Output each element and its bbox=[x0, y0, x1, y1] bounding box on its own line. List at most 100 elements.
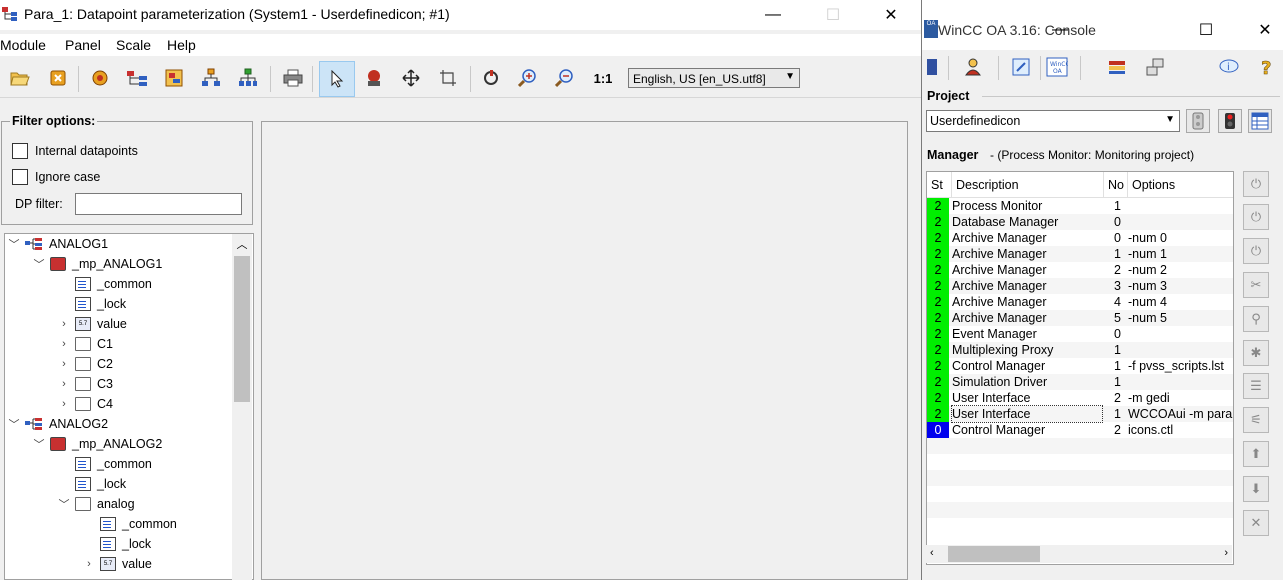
chevron-right-icon[interactable]: › bbox=[57, 338, 71, 350]
restart-icon[interactable]: ⏻ bbox=[1243, 238, 1269, 264]
config-icon[interactable] bbox=[362, 66, 386, 90]
menu-panel[interactable]: Panel bbox=[65, 37, 101, 53]
manager-row[interactable]: 2 Archive Manager 0 -num 0 bbox=[927, 230, 1233, 246]
ignore-case-checkbox-row[interactable]: Ignore case bbox=[12, 169, 100, 185]
tree-scrollbar[interactable]: ︿ bbox=[232, 234, 252, 580]
minimize-button[interactable]: — bbox=[750, 0, 796, 30]
tree-node[interactable]: › C3 bbox=[57, 374, 113, 394]
project-traffic-light-icon[interactable] bbox=[1218, 109, 1242, 133]
info-icon[interactable]: i bbox=[1218, 56, 1240, 78]
menu-module[interactable]: Module bbox=[0, 37, 46, 53]
network-icon[interactable] bbox=[1144, 56, 1166, 78]
chevron-down-icon[interactable]: ﹀ bbox=[32, 256, 46, 272]
tree-scrollbar-thumb[interactable] bbox=[234, 256, 250, 402]
manager-row[interactable]: 0 Control Manager 2 icons.ctl bbox=[927, 422, 1233, 438]
zoom-in-icon[interactable] bbox=[516, 66, 540, 90]
tree-node[interactable]: _common bbox=[57, 454, 152, 474]
actual-size-icon[interactable]: 1:1 bbox=[590, 66, 616, 90]
tree-node[interactable]: ﹀ ANALOG1 bbox=[7, 234, 109, 254]
open-icon[interactable] bbox=[8, 66, 32, 90]
manager-row[interactable]: 2 User Interface 1 WCCOAui -m para bbox=[927, 405, 1233, 423]
refresh-icon[interactable] bbox=[479, 66, 503, 90]
manager-row[interactable]: 2 Process Monitor 1 bbox=[927, 198, 1233, 214]
edit-icon[interactable] bbox=[1010, 56, 1032, 78]
scroll-up-icon[interactable]: ︿ bbox=[232, 236, 252, 252]
dp-filter-input[interactable] bbox=[75, 193, 242, 215]
plug-icon[interactable]: ⚟ bbox=[1243, 407, 1269, 433]
scroll-right-icon[interactable]: › bbox=[1224, 547, 1228, 559]
manager-row[interactable]: 2 Multiplexing Proxy 1 bbox=[927, 342, 1233, 358]
move-down-icon[interactable]: ⬇ bbox=[1243, 476, 1269, 502]
menu-scale[interactable]: Scale bbox=[116, 37, 151, 53]
col-header-options[interactable]: Options bbox=[1128, 172, 1233, 198]
manager-row[interactable]: 2 Archive Manager 5 -num 5 bbox=[927, 310, 1233, 326]
chevron-right-icon[interactable]: › bbox=[57, 318, 71, 330]
ignore-case-checkbox[interactable] bbox=[12, 169, 28, 185]
tree-node[interactable]: › 5.7 value bbox=[82, 554, 152, 574]
manager-row[interactable]: 2 Archive Manager 1 -num 1 bbox=[927, 246, 1233, 262]
chevron-right-icon[interactable]: › bbox=[57, 398, 71, 410]
select-arrow-icon[interactable] bbox=[319, 61, 355, 97]
manager-hscrollbar[interactable]: ‹ › bbox=[926, 545, 1232, 563]
scroll-left-icon[interactable]: ‹ bbox=[930, 547, 934, 559]
hierarchy-icon[interactable] bbox=[199, 66, 223, 90]
console-maximize-button[interactable]: ☐ bbox=[1183, 15, 1229, 45]
chevron-right-icon[interactable]: › bbox=[82, 558, 96, 570]
manager-row[interactable]: 2 Control Manager 1 -f pvss_scripts.lst bbox=[927, 358, 1233, 374]
tree-node[interactable]: › C1 bbox=[57, 334, 113, 354]
start-all-icon[interactable]: ⏻ bbox=[1243, 171, 1269, 197]
tree-node[interactable]: › C2 bbox=[57, 354, 113, 374]
log-icon[interactable]: ☰ bbox=[1243, 373, 1269, 399]
move-icon[interactable] bbox=[399, 66, 423, 90]
manager-row[interactable]: 2 Archive Manager 4 -num 4 bbox=[927, 294, 1233, 310]
tree-node[interactable]: _common bbox=[82, 514, 177, 534]
settings-tools-icon[interactable]: ✂ bbox=[1243, 272, 1269, 298]
language-select[interactable]: English, US [en_US.utf8] ▼ bbox=[628, 68, 800, 88]
close-module-icon[interactable] bbox=[46, 66, 70, 90]
console-close-button[interactable]: ✕ bbox=[1242, 15, 1283, 45]
tree-node[interactable]: ﹀ ANALOG2 bbox=[7, 414, 109, 434]
chevron-down-icon[interactable]: ﹀ bbox=[7, 416, 21, 432]
dp-type-icon[interactable] bbox=[125, 66, 149, 90]
manager-row[interactable]: 2 Database Manager 0 bbox=[927, 214, 1233, 230]
db-icon[interactable] bbox=[1106, 56, 1128, 78]
tree-node[interactable]: _lock bbox=[82, 534, 151, 554]
manager-row[interactable]: 2 Simulation Driver 1 bbox=[927, 374, 1233, 390]
internal-datapoints-checkbox[interactable] bbox=[12, 143, 28, 159]
tree-node[interactable]: _lock bbox=[57, 294, 126, 314]
remove-icon[interactable]: ✕ bbox=[1243, 510, 1269, 536]
crop-icon[interactable] bbox=[436, 66, 460, 90]
wincc-oa-icon[interactable]: WinCC OA bbox=[1046, 56, 1068, 78]
chevron-right-icon[interactable]: › bbox=[57, 378, 71, 390]
tree-node[interactable]: _common bbox=[57, 274, 152, 294]
tree-node[interactable]: › 5.7 value bbox=[57, 314, 127, 334]
users-icon[interactable] bbox=[962, 56, 984, 78]
col-header-no[interactable]: No bbox=[1104, 172, 1128, 198]
tree-node[interactable]: ﹀ _mp_ANALOG2 bbox=[32, 434, 162, 454]
manager-row[interactable]: 2 User Interface 2 -m gedi bbox=[927, 390, 1233, 406]
tree-node[interactable]: _lock bbox=[57, 474, 126, 494]
book-icon[interactable] bbox=[922, 56, 944, 78]
project-stop-button[interactable] bbox=[1186, 109, 1210, 133]
internal-datapoints-checkbox-row[interactable]: Internal datapoints bbox=[12, 143, 138, 159]
chevron-down-icon[interactable]: ﹀ bbox=[7, 236, 21, 252]
settings-icon[interactable] bbox=[88, 66, 112, 90]
menu-help[interactable]: Help bbox=[167, 37, 196, 53]
help-icon[interactable]: ? bbox=[1256, 56, 1278, 78]
project-select[interactable]: Userdefinedicon ▼ bbox=[926, 110, 1180, 132]
tree-node[interactable]: ﹀ analog bbox=[57, 494, 135, 514]
manager-row[interactable]: 2 Archive Manager 3 -num 3 bbox=[927, 278, 1233, 294]
manager-row[interactable]: 2 Archive Manager 2 -num 2 bbox=[927, 262, 1233, 278]
tree-node[interactable]: ﹀ _mp_ANALOG1 bbox=[32, 254, 162, 274]
hscrollbar-thumb[interactable] bbox=[948, 546, 1040, 562]
chevron-down-icon[interactable]: ﹀ bbox=[57, 496, 71, 512]
close-button[interactable]: ✕ bbox=[868, 0, 914, 30]
dp-icon[interactable] bbox=[162, 66, 186, 90]
move-up-icon[interactable]: ⬆ bbox=[1243, 441, 1269, 467]
chevron-down-icon[interactable]: ﹀ bbox=[32, 436, 46, 452]
console-minimize-button[interactable]: — bbox=[1037, 15, 1083, 45]
search-icon[interactable]: ⚲ bbox=[1243, 306, 1269, 332]
tree-icon[interactable] bbox=[236, 66, 260, 90]
tree-node[interactable]: › C4 bbox=[57, 394, 113, 414]
col-header-description[interactable]: Description bbox=[952, 172, 1104, 198]
